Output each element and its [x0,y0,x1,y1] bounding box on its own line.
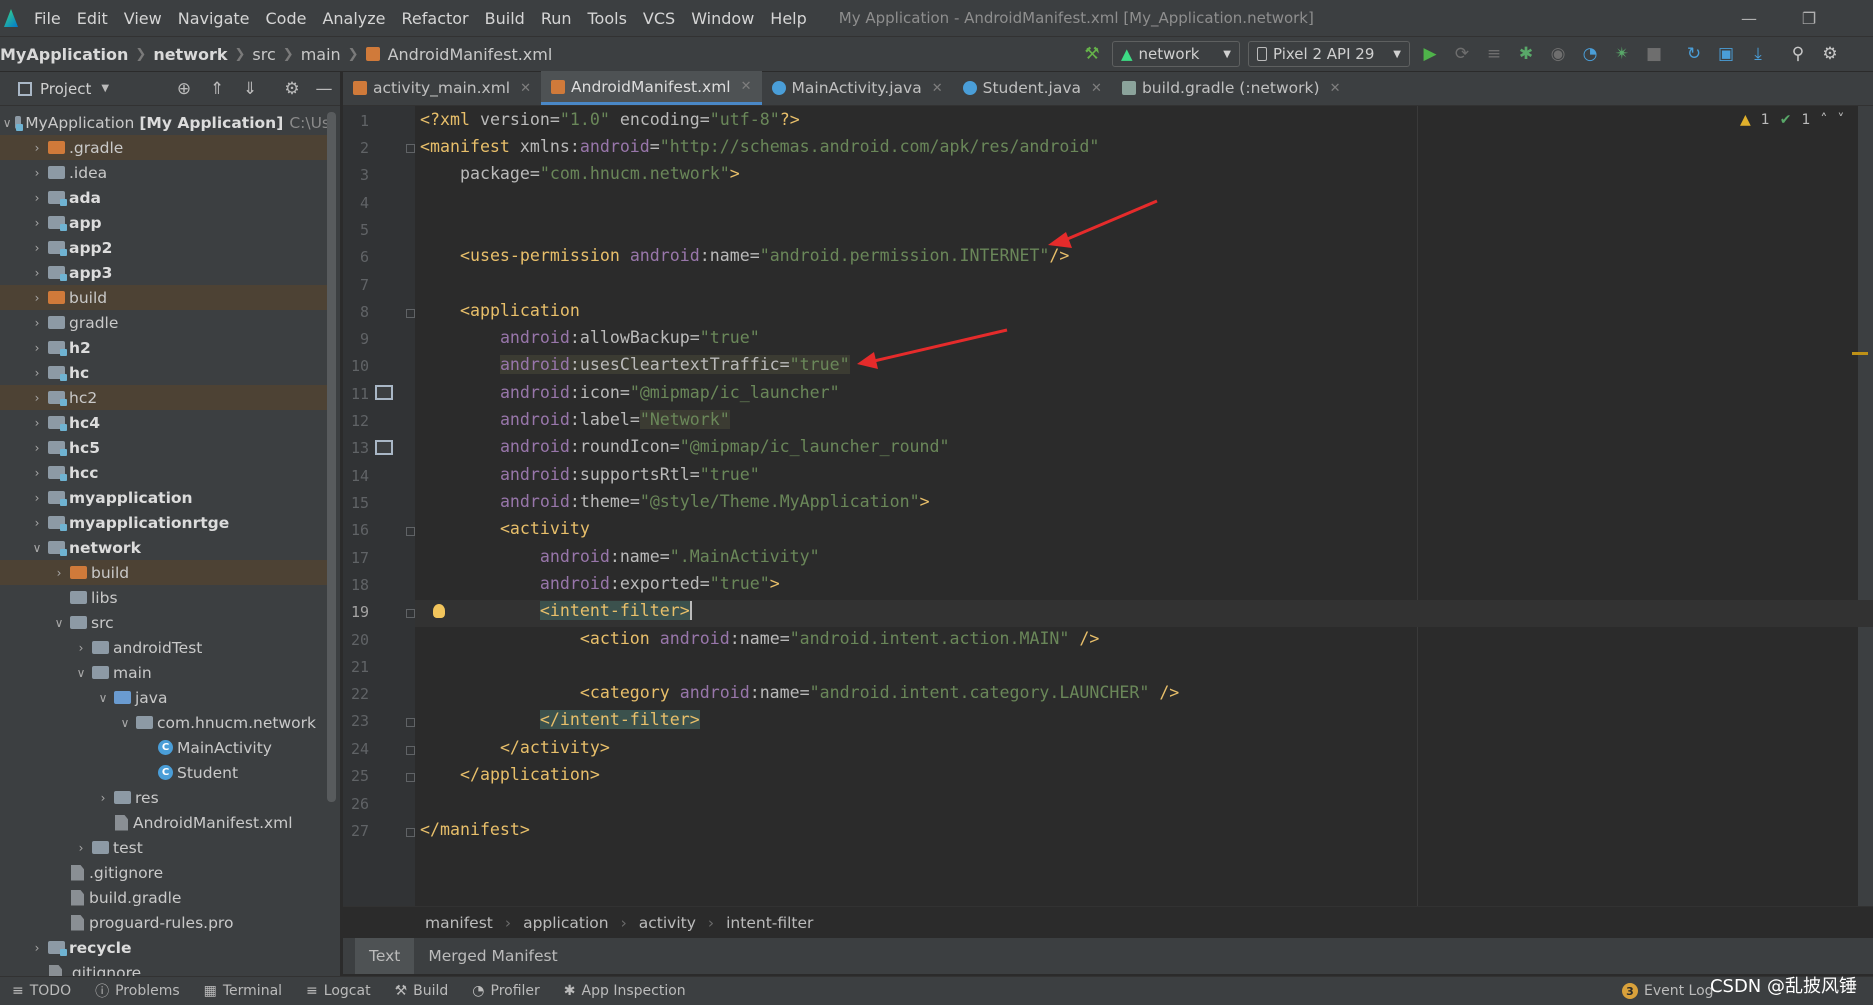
logcat-label: Logcat [323,983,371,999]
hammer-icon: ⚒ [394,983,408,999]
breadcrumb-separator-icon: › [504,913,512,932]
list-icon: ≡ [12,983,24,999]
profiler-icon: ◔ [472,983,485,999]
build-button[interactable]: ⚒ Build [383,983,461,999]
annotation-arrow-internet [1064,199,1158,242]
app-inspection-label: App Inspection [581,983,686,999]
tab-merged-manifest[interactable]: Merged Manifest [414,938,571,974]
event-count-badge: 3 [1622,983,1638,999]
terminal-label: Terminal [222,983,283,999]
editor-breadcrumb: manifest › application › activity › inte… [343,906,1873,938]
manifest-mode-tabs: Text Merged Manifest [343,938,1873,974]
annotation-arrowhead [1048,232,1072,248]
info-icon: ⓘ [95,984,110,1000]
profiler-label: Profiler [490,983,540,999]
problems-label: Problems [115,983,180,999]
annotation-arrow-cleartext [873,328,1008,363]
problems-button[interactable]: ⓘ Problems [83,981,192,1001]
watermark: CSDN @乱披风锤 [1709,976,1857,997]
todo-button[interactable]: ≡ TODO [0,983,83,999]
event-log-button[interactable]: 3 Event Log [1610,983,1726,999]
breadcrumb-separator-icon: › [707,913,715,932]
build-label: Build [413,983,449,999]
annotation-arrowhead [857,352,878,369]
logcat-button[interactable]: ≡ Logcat [294,983,383,999]
terminal-button[interactable]: ▦ Terminal [192,983,294,999]
app-inspection-button[interactable]: ✱ App Inspection [552,983,698,999]
bottom-tool-bar: ≡ TODO ⓘ Problems ▦ Terminal ≡ Logcat ⚒ Build… [0,976,1873,1005]
todo-label: TODO [29,983,72,999]
annotation-arrows [857,199,1158,369]
event-log-label: Event Log [1644,983,1714,999]
breadcrumb-application[interactable]: application [523,914,609,932]
breadcrumb-activity[interactable]: activity [639,914,696,932]
terminal-icon: ▦ [203,983,217,999]
breadcrumb-manifest[interactable]: manifest [425,914,493,932]
logcat-icon: ≡ [306,983,318,999]
profiler-button[interactable]: ◔ Profiler [460,983,552,999]
tab-text[interactable]: Text [355,938,415,974]
inspection-icon: ✱ [563,983,576,999]
breadcrumb-intent-filter[interactable]: intent-filter [726,914,813,932]
breadcrumb-separator-icon: › [620,913,627,932]
